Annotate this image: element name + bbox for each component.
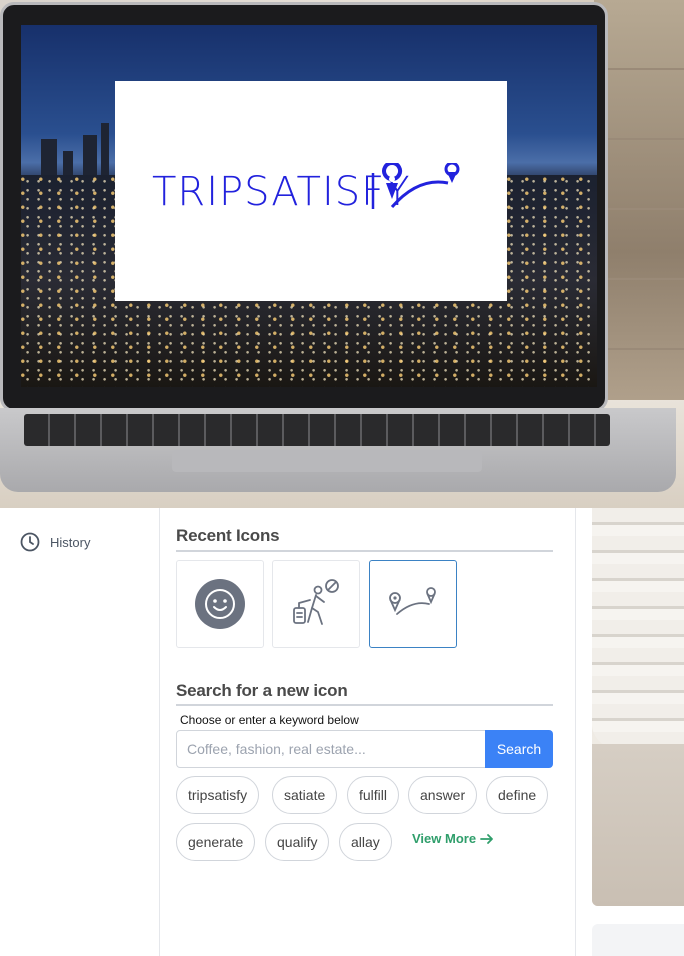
keyword-chip[interactable]: generate <box>176 823 256 861</box>
view-more-label: View More <box>412 831 477 846</box>
arrow-right-icon <box>480 833 493 844</box>
keyword-chip[interactable]: fulfill <box>347 776 400 814</box>
clock-icon <box>20 532 40 552</box>
hero-photo: TRIPSATISFY <box>0 0 684 508</box>
keyword-label: Choose or enter a keyword below <box>180 713 359 727</box>
divider <box>176 704 553 706</box>
search-section-title: Search for a new icon <box>176 681 348 700</box>
history-label: History <box>50 534 91 550</box>
icon-panel: Recent Icons Search for a new icon Choos… <box>160 508 576 956</box>
view-more-link[interactable]: View More <box>412 831 494 846</box>
side-photo <box>592 508 684 906</box>
recent-icon-tile[interactable] <box>272 560 360 648</box>
keyword-chip[interactable]: qualify <box>265 823 330 861</box>
shelf <box>592 744 684 906</box>
sidebar: History <box>0 508 160 956</box>
keyword-chip[interactable]: allay <box>339 823 392 861</box>
side-card <box>592 924 684 956</box>
search-input[interactable] <box>176 730 486 768</box>
laptop-screen: TRIPSATISFY <box>21 25 597 387</box>
recent-icon-tile[interactable] <box>176 560 264 648</box>
recent-icon-tile-selected[interactable] <box>369 560 457 648</box>
logo-card: TRIPSATISFY <box>115 81 507 301</box>
smiley-face-icon <box>195 579 245 629</box>
keyword-chip[interactable]: tripsatisfy <box>176 776 260 814</box>
route-pins-icon <box>389 587 436 615</box>
recent-icons-title: Recent Icons <box>176 526 280 545</box>
keyword-chip[interactable]: answer <box>408 776 478 814</box>
traveler-luggage-icon <box>293 579 339 625</box>
divider <box>176 550 553 552</box>
laptop-keyboard <box>0 408 676 492</box>
logo-route-icon <box>371 163 460 209</box>
keyword-chip[interactable]: define <box>486 776 549 814</box>
keyboard-keys <box>24 414 610 446</box>
laptop-lid: TRIPSATISFY <box>0 2 608 412</box>
trackpad <box>172 450 482 472</box>
search-button[interactable]: Search <box>485 730 553 768</box>
history-link[interactable]: History <box>20 532 90 552</box>
keyword-chip[interactable]: satiate <box>272 776 338 814</box>
ribbed-vase <box>592 508 684 748</box>
